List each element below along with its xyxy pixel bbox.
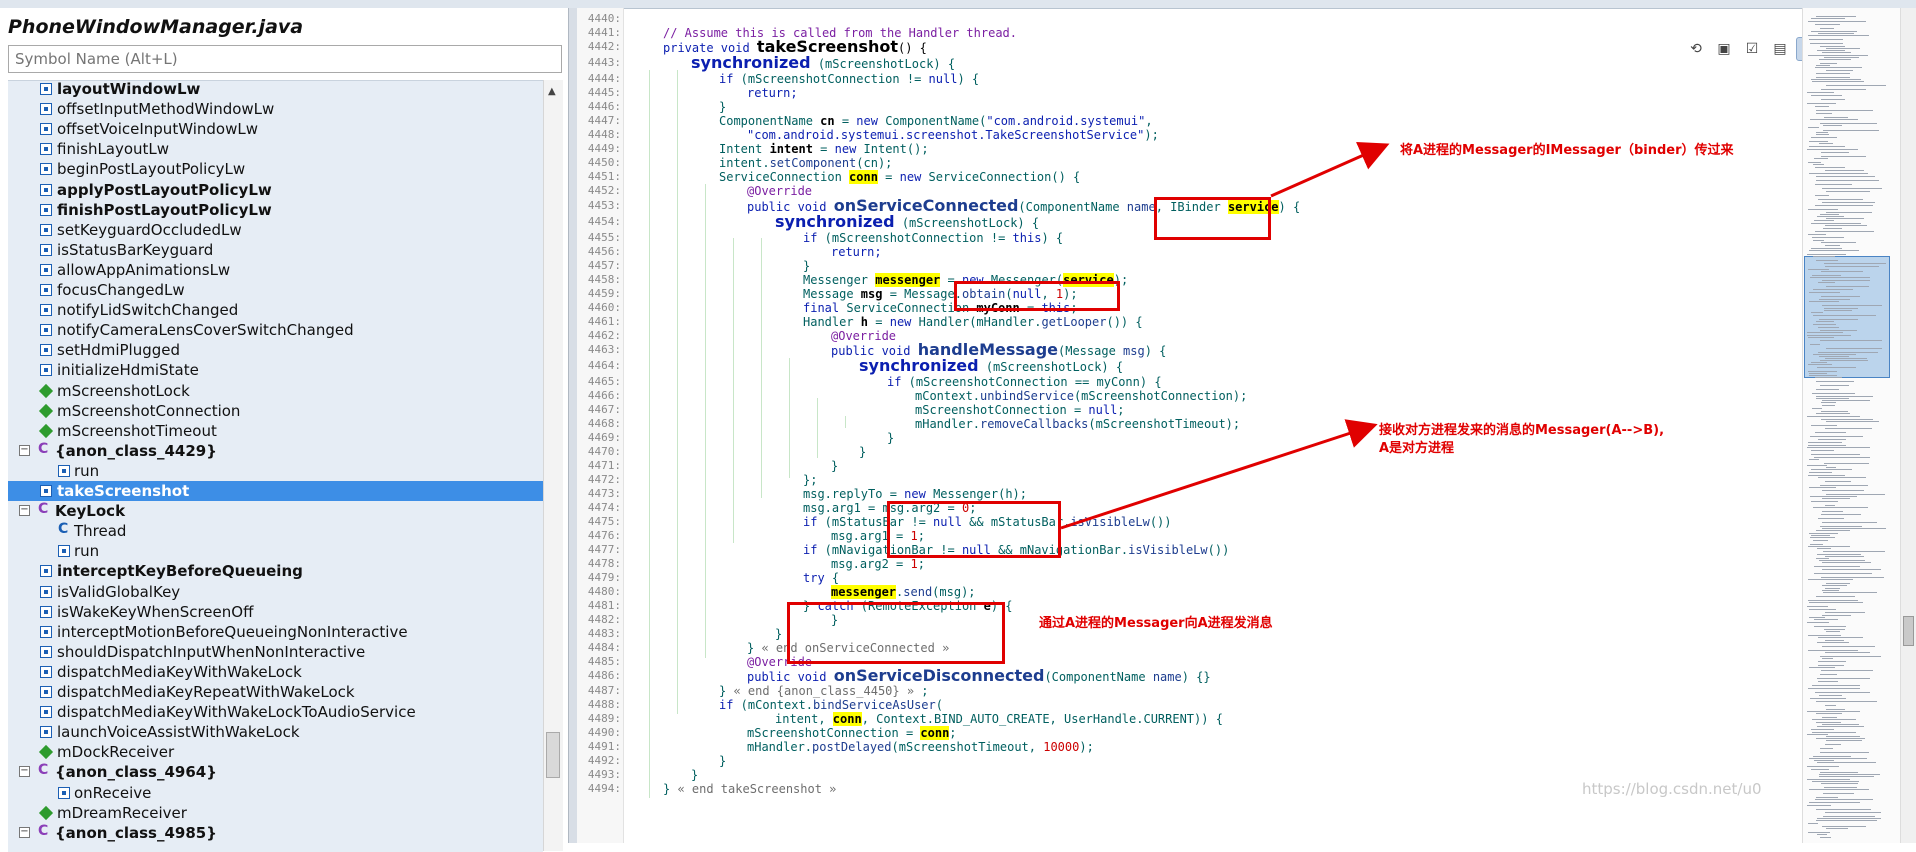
annotation-2-line-1: 接收对方进程发来的消息的Messager(A-->B), [1379, 423, 1665, 438]
watermark: https://blog.csdn.net/u0 [1582, 780, 1762, 798]
arrow-to-annotation-1 [1270, 141, 1390, 198]
arrow-to-annotation-2 [1060, 419, 1378, 530]
annotation-3: 通过A进程的Messager向A进程发消息 [1039, 616, 1273, 631]
annotation-2-line-2: A是对方进程 [1379, 441, 1455, 456]
annotation-1: 将A进程的Messager的IMessager（binder）传过来 [1400, 143, 1734, 158]
